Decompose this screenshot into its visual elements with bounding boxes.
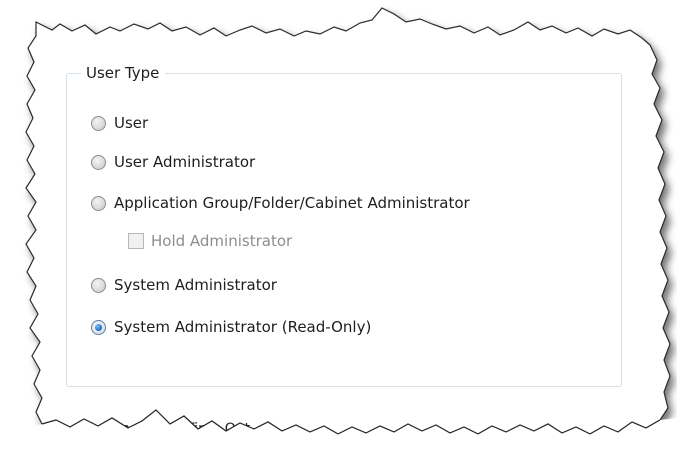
radio-button[interactable]: [91, 154, 106, 170]
radio-system-administrator-read-only[interactable]: System Administrator (Read-Only): [91, 316, 371, 338]
radio-label: System Administrator: [114, 276, 277, 294]
radio-button[interactable]: [91, 115, 106, 131]
radio-button[interactable]: [91, 195, 106, 211]
radio-label: User Administrator: [114, 153, 256, 171]
hold-administrator-checkbox: [128, 233, 144, 249]
user-type-legend: User Type: [81, 64, 166, 82]
radio-label: User: [114, 114, 149, 132]
radio-label: Application Group/Folder/Cabinet Adminis…: [114, 194, 470, 212]
inactivity-time-out-legend: Inactivity Time Out: [117, 421, 251, 437]
hold-administrator-label: Hold Administrator: [151, 232, 293, 250]
radio-system-administrator[interactable]: System Administrator: [91, 274, 277, 296]
hold-administrator-checkbox-row: Hold Administrator: [128, 230, 292, 252]
radio-application-group-folder-cabinet-administrator[interactable]: Application Group/Folder/Cabinet Adminis…: [91, 192, 470, 214]
radio-user-administrator[interactable]: User Administrator: [91, 151, 255, 173]
radio-button[interactable]: [91, 277, 106, 293]
dialog-excerpt: User Type User User Administrator Applic…: [0, 0, 677, 450]
radio-selected-dot: [95, 323, 102, 331]
radio-button-selected[interactable]: [91, 319, 106, 335]
radio-label: System Administrator (Read-Only): [114, 318, 372, 336]
group-border-fragment: [287, 433, 347, 434]
radio-user[interactable]: User: [91, 112, 148, 134]
